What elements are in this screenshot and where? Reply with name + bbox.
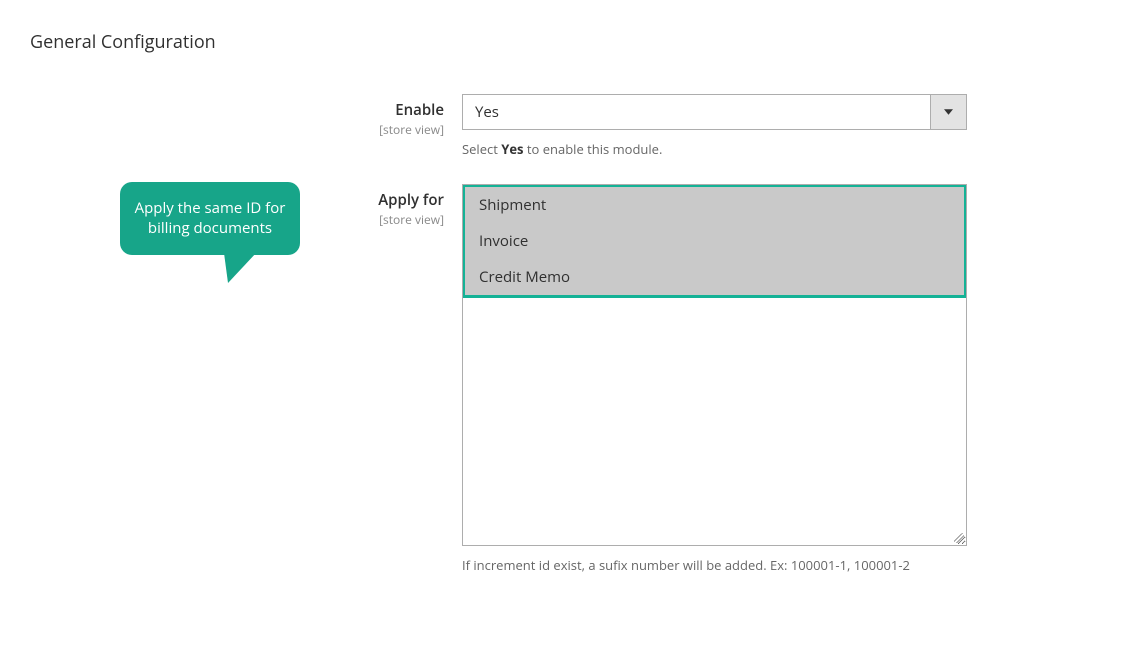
enable-label-col: Enable [store view]: [30, 94, 462, 138]
annotation-text: Apply the same ID for billing documents: [135, 198, 286, 238]
applyfor-highlight: Shipment Invoice Credit Memo: [462, 184, 967, 298]
section-title: General Configuration: [30, 30, 1111, 54]
enable-help-bold: Yes: [501, 140, 523, 158]
applyfor-option-creditmemo[interactable]: Credit Memo: [465, 259, 964, 295]
applyfor-option-invoice[interactable]: Invoice: [465, 223, 964, 259]
enable-scope: [store view]: [30, 121, 444, 138]
enable-select[interactable]: Yes: [462, 94, 967, 130]
applyfor-help: If increment id exist, a sufix number wi…: [462, 556, 967, 576]
annotation-bubble: Apply the same ID for billing documents: [120, 182, 300, 255]
applyfor-option-shipment[interactable]: Shipment: [465, 187, 964, 223]
enable-help: Select Yes to enable this module.: [462, 140, 967, 160]
enable-help-prefix: Select: [462, 140, 501, 158]
annotation-tail: [224, 253, 256, 283]
enable-select-value: Yes: [463, 102, 930, 122]
chevron-down-icon: [930, 95, 966, 129]
enable-help-suffix: to enable this module.: [524, 140, 663, 158]
applyfor-multiselect[interactable]: Shipment Invoice Credit Memo: [462, 184, 967, 546]
enable-label: Enable: [30, 100, 444, 120]
field-enable: Enable [store view] Yes Select Yes to en…: [30, 94, 1111, 160]
